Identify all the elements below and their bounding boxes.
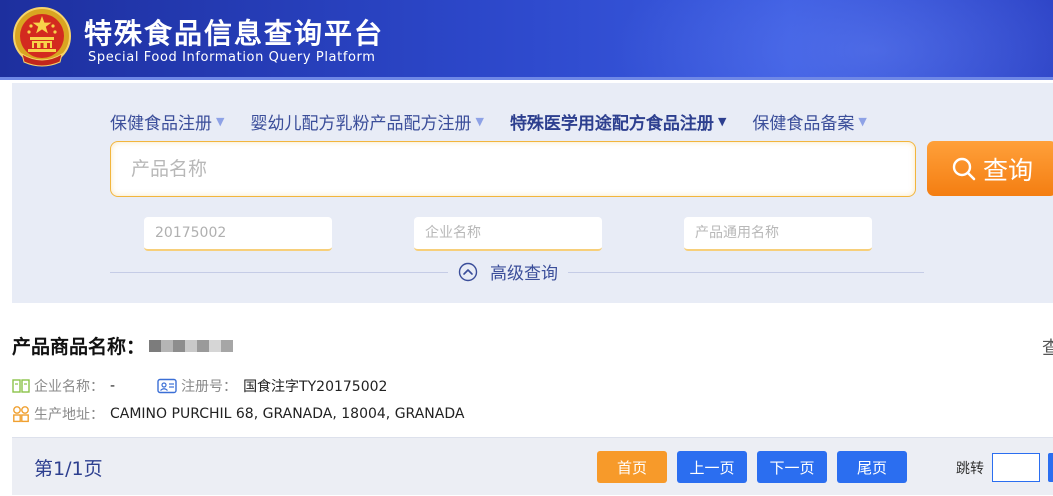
company-value: -	[110, 378, 116, 394]
triangle-down-icon: ▼	[475, 115, 484, 128]
nav-item-label: 保健食品注册	[110, 114, 212, 134]
category-nav: 保健食品注册 ▼ 婴幼儿配方乳粉产品配方注册 ▼ 特殊医学用途配方食品注册 ▼ …	[110, 109, 893, 134]
search-icon	[952, 157, 976, 180]
search-button-label: 查询	[982, 155, 1033, 185]
prev-page-button[interactable]: 上一页	[677, 451, 747, 483]
national-emblem-icon	[13, 7, 71, 67]
nav-item-label: 保健食品备案	[752, 114, 855, 134]
jump-page-input[interactable]	[992, 453, 1040, 482]
id-card-icon	[157, 378, 177, 394]
header-sheen	[613, 0, 1053, 77]
address-row: 生产地址： CAMINO PURCHIL 68, GRANADA, 18004,…	[12, 404, 464, 424]
registration-number-input[interactable]	[144, 217, 332, 251]
result-item: 产品商品名称： 查 企业名称： - 注册号： 国食注字TY20175002 生产…	[12, 332, 1053, 423]
company-row: 企业名称： - 注册号： 国食注字TY20175002	[12, 376, 387, 396]
jump-label: 跳转	[956, 461, 984, 477]
last-page-button[interactable]: 尾页	[837, 451, 907, 483]
nav-item-health-food-filing[interactable]: 保健食品备案 ▼	[752, 109, 866, 134]
address-value: CAMINO PURCHIL 68, GRANADA, 18004, GRANA…	[110, 406, 465, 422]
search-button[interactable]: 查询	[927, 141, 1053, 196]
pagination-bar: 第1/1页 首页 上一页 下一页 尾页 跳转	[12, 437, 1053, 495]
company-label: 企业名称：	[34, 379, 104, 395]
company-name-input[interactable]	[414, 217, 602, 251]
search-panel: 保健食品注册 ▼ 婴幼儿配方乳粉产品配方注册 ▼ 特殊医学用途配方食品注册 ▼ …	[12, 83, 1053, 303]
triangle-down-icon: ▼	[216, 115, 225, 128]
address-grid-icon	[13, 406, 29, 423]
nav-item-special-medical-food-registration[interactable]: 特殊医学用途配方食品注册 ▼	[510, 109, 726, 134]
advanced-search-label: 高级查询	[490, 264, 558, 284]
next-page-button[interactable]: 下一页	[757, 451, 827, 483]
nav-item-health-food-registration[interactable]: 保健食品注册 ▼	[110, 109, 224, 134]
site-subtitle: Special Food Information Query Platform	[88, 50, 376, 65]
generic-name-input[interactable]	[684, 217, 872, 251]
product-name-row: 产品商品名称：	[12, 332, 1053, 359]
triangle-down-icon: ▼	[858, 115, 867, 128]
registration-value: 国食注字TY20175002	[243, 379, 388, 395]
advanced-search-toggle[interactable]: 高级查询	[448, 259, 568, 284]
product-name-input[interactable]	[110, 141, 916, 197]
address-label: 生产地址：	[34, 407, 104, 423]
first-page-button[interactable]: 首页	[597, 451, 667, 483]
site-header: 特殊食品信息查询平台 Special Food Information Quer…	[0, 0, 1053, 80]
view-detail-link[interactable]: 查	[1042, 334, 1053, 360]
page-indicator: 第1/1页	[34, 458, 103, 480]
nav-item-label: 特殊医学用途配方食品注册	[509, 114, 714, 134]
book-icon	[12, 379, 30, 393]
site-title: 特殊食品信息查询平台	[84, 17, 385, 50]
redacted-product-name	[149, 339, 234, 352]
nav-item-infant-formula-registration[interactable]: 婴幼儿配方乳粉产品配方注册 ▼	[250, 109, 483, 134]
nav-item-label: 婴幼儿配方乳粉产品配方注册	[250, 114, 472, 134]
triangle-down-icon: ▼	[717, 115, 727, 128]
product-name-label: 产品商品名称：	[12, 336, 146, 358]
jump-go-button[interactable]	[1048, 453, 1053, 482]
registration-label: 注册号：	[181, 379, 238, 395]
chevron-up-circle-icon	[458, 262, 478, 281]
